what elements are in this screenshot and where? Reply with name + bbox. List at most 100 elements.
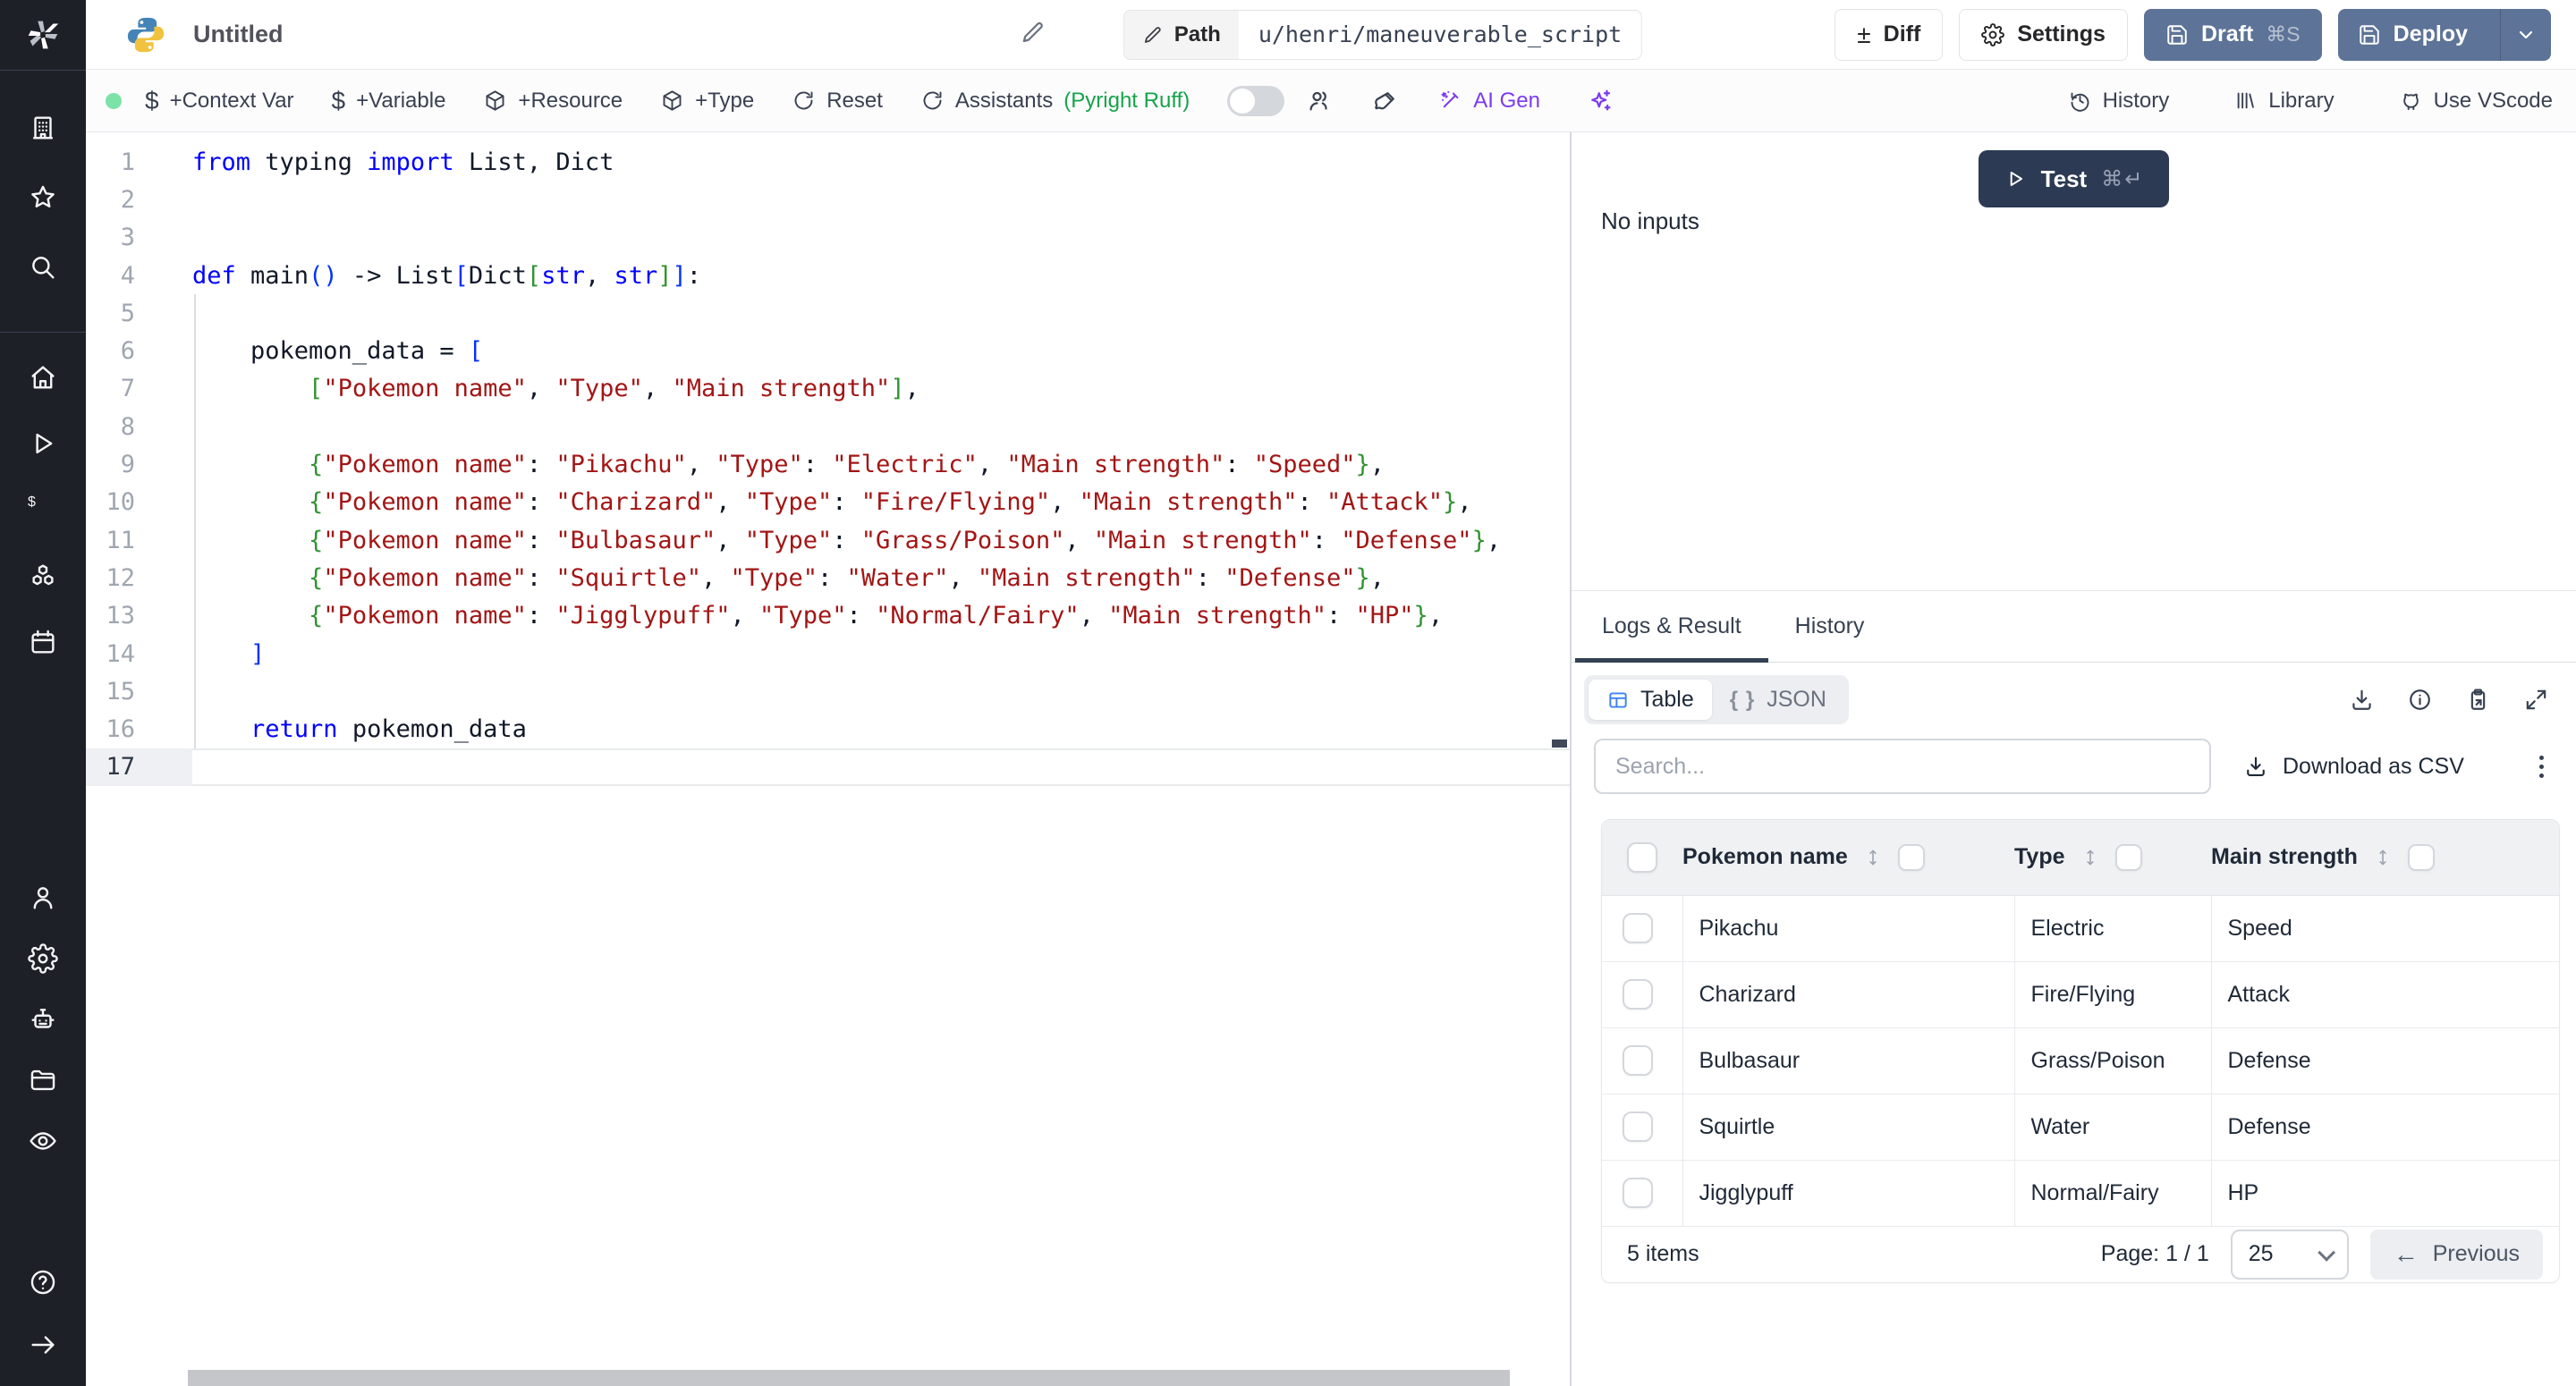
sidebar-item-help[interactable]: [21, 1261, 64, 1304]
sidebar-item-home[interactable]: [21, 356, 64, 399]
column-header-label: Main strength: [2211, 844, 2358, 870]
row-checkbox[interactable]: [1623, 1111, 1653, 1142]
code-line-17[interactable]: 17: [86, 748, 1570, 786]
code-line-15[interactable]: 15: [86, 672, 1570, 710]
chevron-down-icon: [2318, 1243, 2335, 1261]
ai-gen-button[interactable]: AI Gen: [1438, 89, 1540, 114]
dollar-icon: $: [28, 494, 58, 525]
download-result-icon[interactable]: [2349, 687, 2375, 713]
sparkles-icon[interactable]: [1587, 88, 1614, 114]
expand-icon[interactable]: [2523, 687, 2549, 713]
toolbar-variable[interactable]: $+Variable: [332, 87, 446, 115]
path-field[interactable]: Path u/henri/maneuverable_script: [1123, 10, 1642, 60]
code-line-8[interactable]: 8: [86, 408, 1570, 445]
table-menu-kebab[interactable]: [2534, 750, 2549, 783]
path-value[interactable]: u/henri/maneuverable_script: [1239, 11, 1641, 59]
select-all-checkbox[interactable]: [1627, 842, 1657, 873]
code-line-13[interactable]: 13 {"Pokemon name": "Jigglypuff", "Type"…: [86, 597, 1570, 635]
code-text: def main() -> List[Dict[str, str]]:: [192, 262, 701, 290]
code-text: {"Pokemon name": "Jigglypuff", "Type": "…: [192, 602, 1443, 630]
sidebar-item-search[interactable]: [21, 246, 64, 289]
toolbar-context-var[interactable]: $+Context Var: [145, 87, 294, 115]
column-filter-checkbox[interactable]: [2115, 844, 2142, 871]
pencil-icon: [1142, 24, 1164, 46]
code-line-4[interactable]: 4def main() -> List[Dict[str, str]]:: [86, 257, 1570, 294]
page-size-select[interactable]: 25: [2231, 1230, 2349, 1280]
copy-result-icon[interactable]: [2465, 687, 2491, 713]
edit-title-pencil-icon[interactable]: [1020, 19, 1046, 50]
toolbar-assistants[interactable]: Assistants(Pyright Ruff): [920, 89, 1190, 114]
code-line-11[interactable]: 11 {"Pokemon name": "Bulbasaur", "Type":…: [86, 521, 1570, 559]
sidebar-item-arrow-right[interactable]: [21, 1323, 64, 1366]
column-filter-checkbox[interactable]: [1898, 844, 1925, 871]
code-line-1[interactable]: 1from typing import List, Dict: [86, 143, 1570, 181]
code-line-3[interactable]: 3: [86, 219, 1570, 257]
code-line-6[interactable]: 6 pokemon_data = [: [86, 332, 1570, 369]
code-text: {"Pokemon name": "Bulbasaur", "Type": "G…: [192, 527, 1501, 554]
row-checkbox[interactable]: [1623, 913, 1653, 943]
line-number: 16: [86, 710, 192, 748]
code-line-9[interactable]: 9 {"Pokemon name": "Pikachu", "Type": "E…: [86, 445, 1570, 483]
sidebar-item-eye[interactable]: [21, 1120, 64, 1162]
row-checkbox[interactable]: [1623, 979, 1653, 1010]
plus-minus-icon: ±: [1857, 22, 1870, 47]
diff-button[interactable]: ± Diff: [1835, 9, 1943, 61]
sidebar-item-building[interactable]: [21, 106, 64, 149]
braces-icon: { }: [1730, 688, 1756, 713]
sort-icon[interactable]: [2372, 847, 2394, 868]
windmill-logo[interactable]: [0, 0, 86, 70]
sidebar-item-folder[interactable]: [21, 1059, 64, 1102]
assistants-toggle[interactable]: [1227, 86, 1284, 116]
help-icon: [28, 1267, 58, 1297]
deploy-button[interactable]: Deploy: [2338, 9, 2551, 61]
row-checkbox[interactable]: [1623, 1045, 1653, 1076]
code-line-7[interactable]: 7 ["Pokemon name", "Type", "Main strengt…: [86, 370, 1570, 408]
users-icon[interactable]: [1306, 88, 1333, 114]
view-table-button[interactable]: Table: [1589, 680, 1712, 720]
sort-icon[interactable]: [2080, 847, 2101, 868]
code-line-10[interactable]: 10 {"Pokemon name": "Charizard", "Type":…: [86, 484, 1570, 521]
sidebar-item-star[interactable]: [21, 176, 64, 219]
code-line-5[interactable]: 5: [86, 294, 1570, 332]
sidebar-item-user[interactable]: [21, 876, 64, 919]
format-brush-icon[interactable]: [1372, 88, 1399, 114]
sidebar-item-dollar[interactable]: $: [21, 488, 64, 531]
table-row: JigglypuffNormal/FairyHP: [1602, 1160, 2559, 1226]
toolbar-use-vscode[interactable]: Use VScode: [2399, 89, 2553, 114]
sidebar-item-gear[interactable]: [21, 937, 64, 980]
test-button[interactable]: Test ⌘↵: [1979, 150, 2170, 207]
column-filter-checkbox[interactable]: [2408, 844, 2435, 871]
search-input[interactable]: [1594, 739, 2211, 794]
sort-icon[interactable]: [1862, 847, 1884, 868]
table-row: SquirtleWaterDefense: [1602, 1094, 2559, 1160]
tab-logs-result[interactable]: Logs & Result: [1575, 591, 1768, 662]
toolbar-library[interactable]: Library: [2233, 89, 2334, 114]
sidebar-item-cubes[interactable]: [21, 554, 64, 597]
table-header-row: Pokemon nameTypeMain strength: [1602, 820, 2559, 895]
code-line-12[interactable]: 12 {"Pokemon name": "Squirtle", "Type": …: [86, 559, 1570, 596]
draft-button[interactable]: Draft ⌘S: [2144, 9, 2322, 61]
code-line-2[interactable]: 2: [86, 181, 1570, 218]
code-line-16[interactable]: 16 return pokemon_data: [86, 710, 1570, 748]
toolbar-history[interactable]: History: [2068, 89, 2170, 114]
line-number: 5: [86, 294, 192, 332]
code-line-14[interactable]: 14 ]: [86, 635, 1570, 672]
sidebar-item-play[interactable]: [21, 422, 64, 465]
sidebar-item-robot[interactable]: [21, 998, 64, 1041]
download-csv-button[interactable]: Download as CSV: [2243, 754, 2464, 780]
toolbar-resource[interactable]: +Resource: [483, 89, 623, 114]
code-editor[interactable]: 1from typing import List, Dict234def mai…: [86, 132, 1570, 1386]
toolbar-type[interactable]: +Type: [660, 89, 754, 114]
result-table-container: Pokemon nameTypeMain strengthPikachuElec…: [1601, 819, 2560, 1283]
previous-page-button[interactable]: ← Previous: [2370, 1230, 2543, 1280]
tab-history[interactable]: History: [1768, 591, 1892, 662]
sidebar-item-calendar[interactable]: [21, 621, 64, 663]
info-icon[interactable]: [2407, 687, 2433, 713]
editor-horizontal-scrollbar[interactable]: [188, 1370, 1510, 1386]
view-json-button[interactable]: { } JSON: [1712, 680, 1844, 720]
settings-button[interactable]: Settings: [1959, 9, 2128, 61]
result-actions: [2349, 687, 2549, 713]
deploy-dropdown-caret[interactable]: [2500, 9, 2551, 61]
row-checkbox[interactable]: [1623, 1178, 1653, 1208]
toolbar-reset[interactable]: Reset: [792, 89, 883, 114]
